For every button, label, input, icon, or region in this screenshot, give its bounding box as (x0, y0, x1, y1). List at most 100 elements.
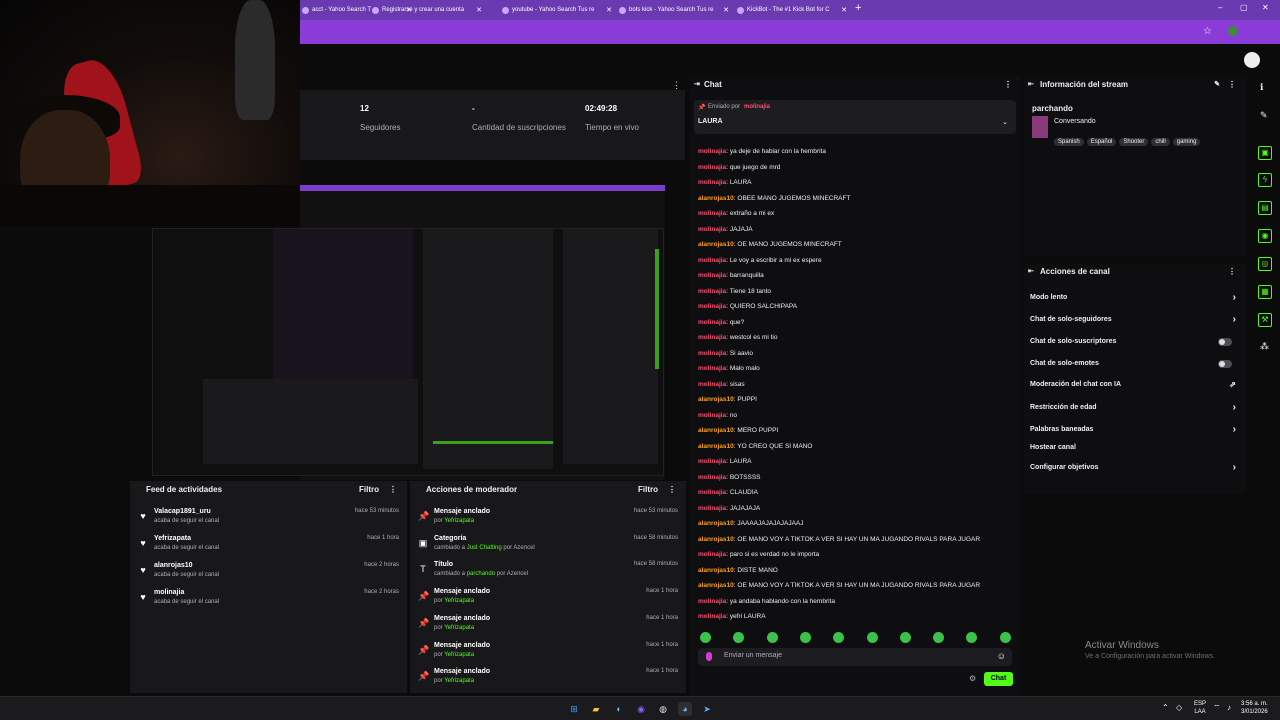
wifi-icon[interactable]: ⌔ (1213, 703, 1221, 713)
activity-filter-button[interactable]: Filtro (359, 481, 379, 499)
info-arrow-icon[interactable]: ⇤ (1028, 76, 1034, 94)
edge-icon[interactable]: ◐ (612, 702, 626, 716)
minimize-button[interactable]: – (1218, 3, 1222, 12)
preview-menu-icon[interactable]: ⋮ (672, 80, 681, 91)
mod-action-item[interactable]: 📌 Mensaje anclado por Yefrizapata hace 1 h… (410, 639, 686, 666)
lightning-icon[interactable]: ϟ (1258, 173, 1272, 187)
chat-username[interactable]: molinajia (698, 505, 726, 512)
chat-message[interactable]: alanrojas10: PUPPI (698, 392, 1013, 408)
stream-tag[interactable]: Spanish (1054, 138, 1084, 146)
chat-message[interactable]: molinajia: westcol es mi tio (698, 330, 1013, 346)
edit-icon[interactable]: ✎ (1214, 76, 1220, 94)
chat-username[interactable]: alanrojas10 (698, 195, 734, 202)
chat-username[interactable]: molinajia (698, 613, 726, 620)
emote-icon[interactable] (700, 632, 711, 643)
chat-message[interactable]: alanrojas10: DISTE MANO (698, 563, 1013, 579)
language-indicator[interactable]: ESP LAA (1194, 700, 1206, 716)
mod-action-item[interactable]: 📌 Mensaje anclado por Yefrizapata hace 1 h… (410, 585, 686, 612)
activity-item[interactable]: ♥ Yefrizapata acaba de seguir el canal hace… (130, 532, 407, 559)
chat-username[interactable]: alanrojas10 (698, 427, 734, 434)
emote-icon[interactable] (799, 632, 811, 643)
tab-close-icon[interactable]: ✕ (841, 3, 847, 18)
apps-icon[interactable]: ⁂ (1260, 341, 1269, 352)
channel-action-row[interactable]: Chat de solo-suscriptores (1030, 333, 1238, 351)
tray-chevron-icon[interactable]: ⌃ (1162, 703, 1169, 712)
browser-tab[interactable]: Registrarse y crear una cuenta ✕ (370, 3, 485, 18)
broadcast-icon[interactable]: ◎ (1258, 257, 1272, 271)
channel-action-row[interactable]: Chat de solo-seguidores › (1030, 311, 1238, 329)
emote-icon[interactable] (866, 632, 878, 643)
volume-icon[interactable]: ♪ (1227, 703, 1231, 712)
chat-username[interactable]: alanrojas10 (698, 241, 734, 248)
chevron-down-icon[interactable]: ⌄ (1002, 118, 1008, 126)
maximize-button[interactable]: ▢ (1240, 3, 1248, 12)
channel-action-row[interactable]: Hostear canal (1030, 439, 1238, 457)
chat-username[interactable]: molinajia (698, 210, 726, 217)
windows-start-icon[interactable]: ⊞ (567, 702, 581, 716)
channel-action-row[interactable]: Modo lento › (1030, 289, 1238, 307)
clip-icon[interactable]: ▣ (1258, 146, 1272, 160)
mod-action-item[interactable]: 📌 Mensaje anclado por Yefrizapata hace 53 … (410, 505, 686, 532)
chat-message[interactable]: alanrojas10: OE MANO VOY A TIKTOK A VER … (698, 578, 1013, 594)
chat-message[interactable]: molinajia: JAJAJAJA (698, 501, 1013, 517)
chat-message[interactable]: molinajia: que juego de mrd (698, 160, 1013, 176)
stream-tag[interactable]: chill (1151, 138, 1170, 146)
chat-username[interactable]: molinajia (698, 334, 726, 341)
discord-icon[interactable]: ◉ (634, 702, 648, 716)
emote-icon[interactable] (899, 632, 911, 643)
chat-username[interactable]: molinajia (698, 226, 726, 233)
chat-username[interactable]: alanrojas10 (698, 582, 734, 589)
emote-icon[interactable] (966, 632, 978, 643)
tab-close-icon[interactable]: ✕ (476, 3, 482, 18)
mod-action-item[interactable]: 📌 Mensaje anclado por Yefrizapata hace 1 h… (410, 612, 686, 639)
chat-username[interactable]: molinajia (698, 458, 726, 465)
channel-action-row[interactable]: Restricción de edad › (1030, 399, 1238, 417)
chat-message[interactable]: molinajia: que? (698, 315, 1013, 331)
chat-message[interactable]: molinajia: ya deje de hablar con la hemb… (698, 144, 1013, 160)
chat-username[interactable]: molinajia (698, 365, 726, 372)
chat-username[interactable]: alanrojas10 (698, 520, 734, 527)
activity-item[interactable]: ♥ molinajia acaba de seguir el canal hace 2… (130, 586, 407, 613)
obs-icon[interactable]: ◍ (656, 702, 670, 716)
browser-tab[interactable]: KickBot - The #1 Kick Bot for C ✕ (735, 3, 850, 18)
chat-username[interactable]: alanrojas10 (698, 443, 734, 450)
chat-message[interactable]: molinajia: extraño a mi ex (698, 206, 1013, 222)
chat-username[interactable]: molinajia (698, 474, 726, 481)
channel-menu-icon[interactable]: ⋮ (1228, 263, 1236, 281)
activity-item[interactable]: ♥ alanrojas10 acaba de seguir el canal hace… (130, 559, 407, 586)
clock[interactable]: 3:56 a. m. 3/01/2026 (1241, 700, 1268, 716)
star-icon[interactable]: ☆ (1203, 26, 1212, 37)
chat-send-button[interactable]: Chat (984, 672, 1013, 686)
chat-message[interactable]: molinajia: CLAUDIA (698, 485, 1013, 501)
chrome-icon[interactable]: ◕ (678, 702, 692, 716)
chat-message[interactable]: molinajia: barranquilla (698, 268, 1013, 284)
browser-tab[interactable]: bots kick - Yahoo Search Tus re ✕ (617, 3, 732, 18)
chat-message[interactable]: molinajia: Si aavio (698, 346, 1013, 362)
channel-action-row[interactable]: Moderación del chat con IA ⇗ (1030, 376, 1238, 394)
chat-arrow-icon[interactable]: ⇥ (694, 76, 700, 94)
grid-icon[interactable]: ▦ (1258, 285, 1272, 299)
chat-message[interactable]: alanrojas10: OE MANO VOY A TIKTOK A VER … (698, 532, 1013, 548)
chat-bubble-icon[interactable]: ◉ (1258, 229, 1272, 243)
chat-message[interactable]: molinajia: Malo malo (698, 361, 1013, 377)
channel-action-row[interactable]: Chat de solo-emotes (1030, 355, 1238, 373)
chat-message[interactable]: molinajia: QUIERO SALCHIPAPA (698, 299, 1013, 315)
pen-icon[interactable]: ✎ (1260, 110, 1268, 121)
chat-username[interactable]: molinajia (698, 179, 726, 186)
chat-menu-icon[interactable]: ⋮ (1004, 76, 1012, 94)
chat-message[interactable]: alanrojas10: MERO PUPPI (698, 423, 1013, 439)
chat-message[interactable]: alanrojas10: YO CREO QUE SI MANO (698, 439, 1013, 455)
mod-action-item[interactable]: T Título cambiado a parchando por Azencel h… (410, 558, 686, 585)
chat-username[interactable]: alanrojas10 (698, 567, 734, 574)
stream-tag[interactable]: gaming (1172, 138, 1201, 146)
mod-filter-button[interactable]: Filtro (638, 481, 658, 499)
chat-message[interactable]: molinajia: ya andaba hablando con la hem… (698, 594, 1013, 610)
emote-icon[interactable] (733, 632, 745, 643)
emote-icon[interactable] (999, 632, 1011, 643)
chat-username[interactable]: molinajia (698, 164, 726, 171)
chat-message[interactable]: molinajia: yefri LAURA (698, 609, 1013, 625)
network-icon[interactable]: ◇ (1176, 703, 1182, 712)
activity-menu-icon[interactable]: ⋮ (389, 481, 397, 499)
channel-arrow-icon[interactable]: ⇤ (1028, 263, 1034, 281)
document-icon[interactable]: ▤ (1258, 201, 1272, 215)
